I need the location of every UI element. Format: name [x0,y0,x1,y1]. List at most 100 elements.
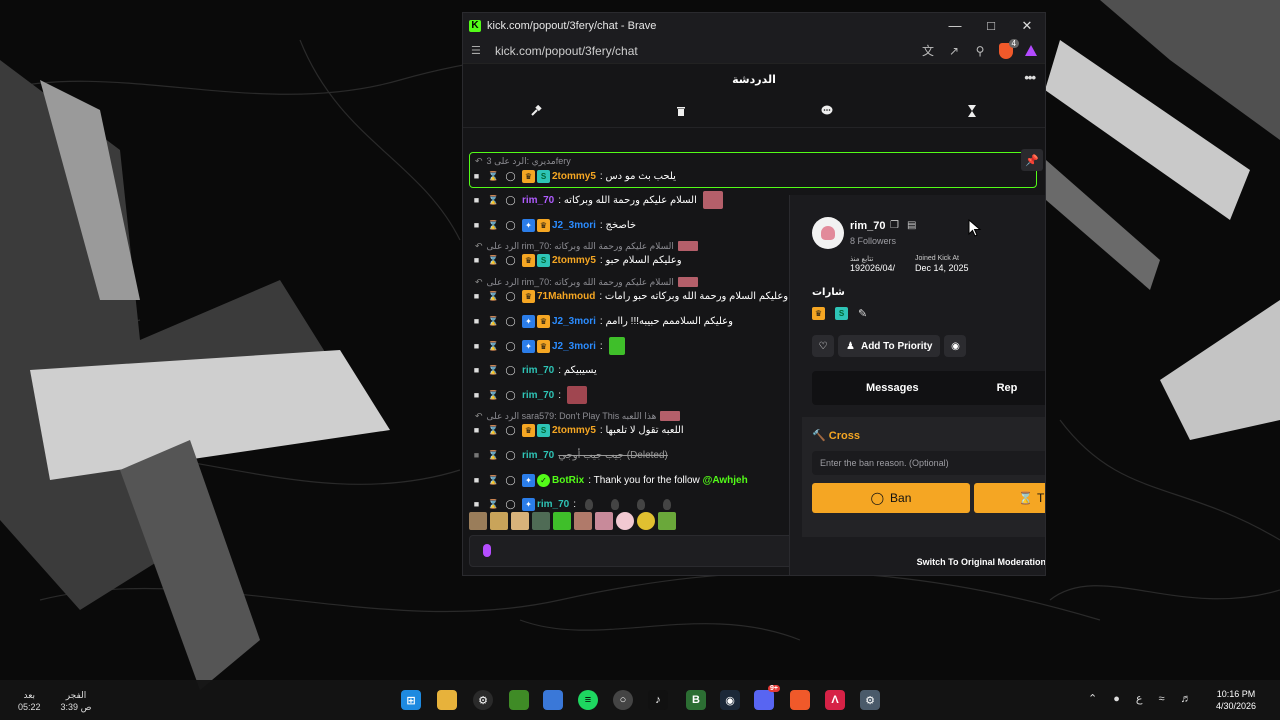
username[interactable]: rim_70 [522,195,554,206]
add-to-priority-button[interactable]: ♟ Add To Priority [838,335,941,357]
username[interactable]: rim_70 [522,390,554,401]
pin-icon[interactable]: 📌 [1021,149,1043,171]
ban-shield-icon[interactable]: ◯ [505,220,516,231]
microphone-tray-icon[interactable]: ● [1113,693,1120,705]
timeout-icon[interactable]: ⌛ [488,390,499,401]
close-button[interactable]: ✕ [1009,18,1045,34]
delete-icon[interactable]: ■ [471,365,482,376]
mention[interactable]: @Awhjeh [703,475,748,486]
delete-icon[interactable]: ■ [471,291,482,302]
emote-button[interactable] [574,512,592,530]
username[interactable]: rim_70 [522,450,554,461]
username[interactable]: BotRix [552,475,584,486]
delete-icon[interactable]: ■ [471,171,482,182]
url-field[interactable]: kick.com/popout/3fery/chat [495,44,915,58]
switch-moderation-button[interactable]: Switch To Original Moderation [802,551,1045,573]
username[interactable]: 71Mahmoud [537,291,595,302]
username[interactable]: rim_70 [537,499,569,510]
ban-shield-icon[interactable]: ◯ [505,341,516,352]
wifi-icon[interactable]: ≈ [1158,693,1164,705]
microphone-icon[interactable] [483,544,491,557]
delete-icon[interactable]: ■ [471,220,482,231]
delete-icon[interactable]: ■ [471,425,482,436]
timeout-icon[interactable]: ⌛ [488,341,499,352]
username[interactable]: J2_3mori [552,220,596,231]
emote-button[interactable] [595,512,613,530]
b-app-icon[interactable]: B [686,690,706,710]
emote-button[interactable] [553,512,571,530]
site-settings-icon[interactable]: ☰ [471,44,487,57]
chat-message[interactable]: ■ ⌛ ◯ ✦ ♛ J2_3mori : خاصخج [471,214,636,236]
timeout-button[interactable]: ⌛ T [974,483,1045,513]
ban-shield-icon[interactable]: ◯ [505,425,516,436]
ban-shield-icon[interactable]: ◯ [505,316,516,327]
chat-message[interactable]: ■ ⌛ ◯ rim_70 : [471,384,588,406]
timeout-icon[interactable]: ⌛ [488,475,499,486]
opera-gx-icon[interactable]: ○ [613,690,633,710]
prayer-times-widget[interactable]: بعد 05:22 الفجر 3:39 ص [18,689,91,713]
chat-message[interactable]: ■ ⌛ ◯ ✦ ✓ BotRix : Thank you for the follow… [471,469,748,491]
delete-icon[interactable]: ■ [471,341,482,352]
ban-shield-icon[interactable]: ◯ [505,291,516,302]
timeout-icon[interactable]: ⌛ [488,195,499,206]
brave-shields-icon[interactable]: 4 [999,38,1019,59]
delete-icon[interactable]: ■ [471,450,482,461]
timeout-icon[interactable]: ⌛ [488,365,499,376]
chat-message[interactable]: ■ ⌛ ◯ ♛ S 2tommy5 : وعليكم السلام حبو [471,249,682,271]
clock[interactable]: 10:16 PM 4/30/2026 [1216,688,1256,712]
timeout-icon[interactable]: ⌛ [488,450,499,461]
file-explorer-icon[interactable] [437,690,457,710]
chevron-up-icon[interactable]: ⌃ [1088,692,1097,705]
nvidia-icon[interactable] [509,690,529,710]
hourglass-icon[interactable] [962,101,982,121]
chat-message[interactable]: ■ ⌛ ◯ ♛ S 2tommy5 : اللعبه تقول لا تلعبها [471,419,684,441]
chat-bubble-icon[interactable] [817,101,837,121]
open-external-icon[interactable]: ↗ [941,44,967,58]
ban-shield-icon[interactable]: ◯ [505,171,516,182]
language-indicator[interactable]: ع [1136,692,1143,705]
username[interactable]: J2_3mori [552,316,596,327]
emote-button[interactable] [616,512,634,530]
chat-message[interactable]: ■ ⌛ ◯ rim_70 : يسيبيكم [471,359,597,381]
minimize-button[interactable]: — [937,18,973,33]
chat-message-deleted[interactable]: ■ ⌛ ◯ rim_70 جيب جيب أوجي (Deleted) [471,444,668,466]
volume-icon[interactable]: ♬ [1181,693,1192,705]
timeout-icon[interactable]: ⌛ [488,220,499,231]
brave-rewards-icon[interactable] [1025,45,1037,56]
ban-shield-icon[interactable]: ◯ [505,499,516,510]
timeout-icon[interactable]: ⌛ [488,316,499,327]
ban-shield-icon[interactable]: ◯ [505,390,516,401]
ban-shield-icon[interactable]: ◯ [505,365,516,376]
delete-icon[interactable]: ■ [471,475,482,486]
copy-icon[interactable]: ❐▤ [890,220,924,231]
spotify-icon[interactable]: ≡ [578,690,598,710]
emote-button[interactable] [511,512,529,530]
steam-icon[interactable]: ◉ [720,690,740,710]
delete-icon[interactable]: ■ [471,499,482,510]
delete-icon[interactable]: ■ [471,255,482,266]
windows-start-icon[interactable]: ⊞ [401,690,421,710]
settings-icon[interactable]: ⚙ [860,690,880,710]
timeout-icon[interactable]: ⌛ [488,291,499,302]
affinity-icon[interactable]: Λ [825,690,845,710]
zoom-icon[interactable]: ⚲ [967,44,993,58]
more-options-icon[interactable]: ••• [1024,70,1036,85]
delete-icon[interactable]: ■ [471,195,482,206]
tiktok-icon[interactable]: ♪ [648,690,668,710]
chat-message[interactable]: ■ ⌛ ◯ rim_70 : السلام عليكم ورحمة الله وبر… [471,189,723,211]
discord-icon[interactable]: 9+ [754,685,780,710]
emote-button[interactable] [658,512,676,530]
ban-shield-icon[interactable]: ◯ [505,450,516,461]
timeout-icon[interactable]: ⌛ [488,171,499,182]
ban-reason-input[interactable]: Enter the ban reason. (Optional) [812,451,1045,475]
chat-message[interactable]: ■ ⌛ ◯ ✦ ♛ J2_3mori : [471,335,625,357]
tab-replies[interactable]: Rep [997,382,1018,394]
brave-icon[interactable] [790,690,810,710]
eye-icon[interactable]: ◉ [944,335,967,357]
hammer-icon[interactable] [526,101,546,121]
username[interactable]: J2_3mori [552,341,596,352]
chat-message[interactable]: ■ ⌛ ◯ ✦ ♛ J2_3mori : وعليكم السلاممم حبيبه!… [471,310,733,332]
emote-button[interactable] [490,512,508,530]
emote-button[interactable] [532,512,550,530]
gear-app-icon[interactable]: ⚙ [473,690,493,710]
